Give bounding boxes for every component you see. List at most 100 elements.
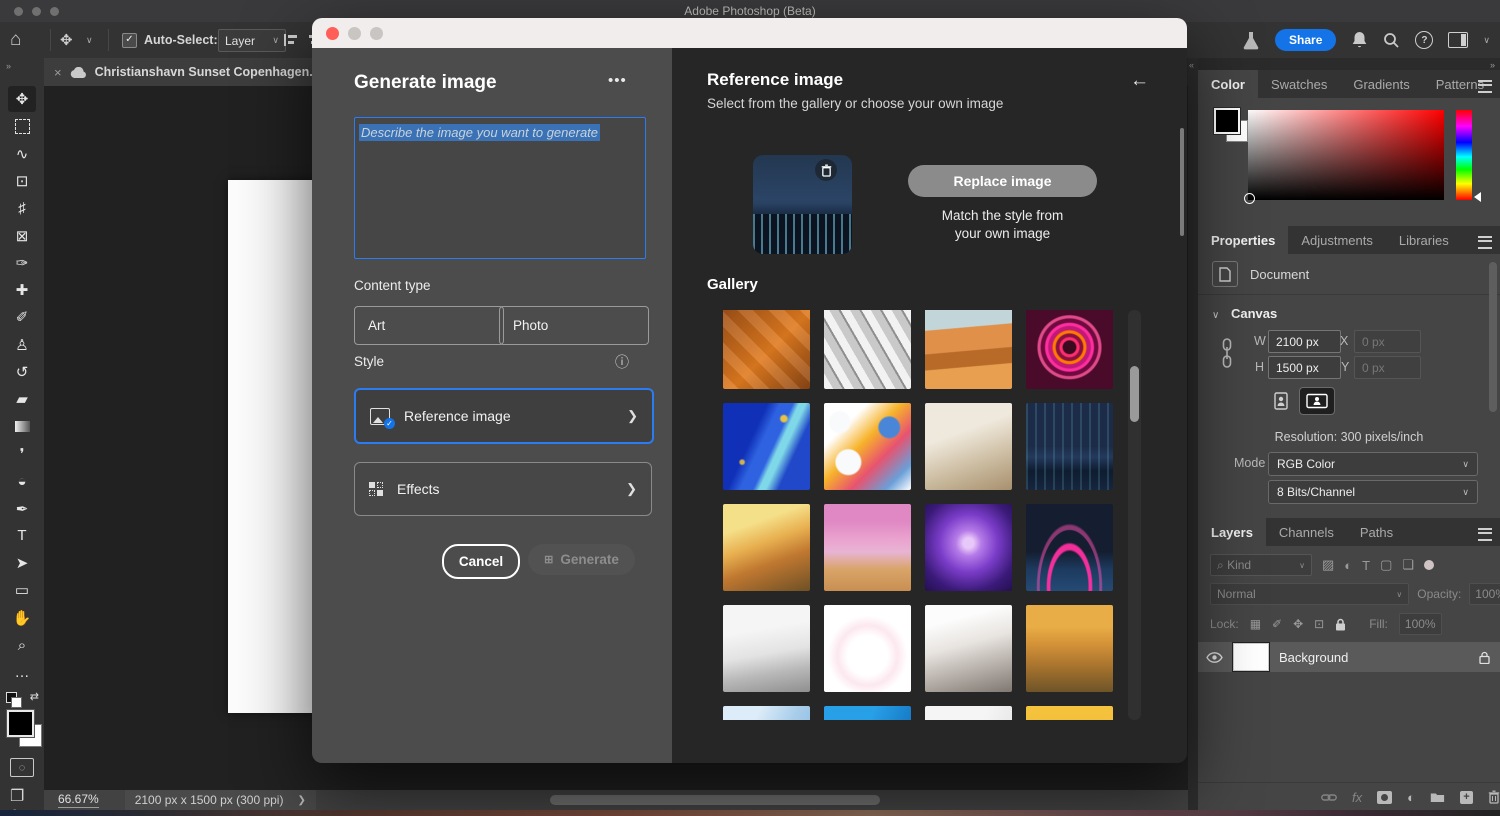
pen-tool-icon[interactable]: ✒ [0, 496, 44, 522]
lock-artboard-icon[interactable]: ⊡ [1314, 617, 1324, 631]
swap-colors-icon[interactable]: ⇄ [30, 690, 39, 703]
screen-mode-button[interactable]: ❐ [10, 786, 24, 806]
height-field[interactable]: 1500 px [1268, 356, 1341, 379]
saturation-brightness-field[interactable] [1248, 110, 1444, 200]
lock-pixels-icon[interactable]: ✐ [1272, 617, 1282, 631]
pane-scrollbar[interactable] [1180, 128, 1184, 236]
tab-gradients[interactable]: Gradients [1340, 70, 1422, 98]
link-dimensions-icon[interactable] [1220, 338, 1234, 368]
color-mode-dropdown[interactable]: RGB Color ∨ [1268, 452, 1478, 476]
filter-smart-objects-icon[interactable]: ❏ [1402, 557, 1414, 573]
gallery-item-cosmic-meditation[interactable] [925, 504, 1012, 591]
dialog-close-button[interactable] [326, 27, 339, 40]
width-field[interactable]: 2100 px [1268, 330, 1341, 353]
gradient-tool-icon[interactable] [0, 414, 44, 440]
gallery-item-blue-gradient[interactable] [824, 706, 911, 720]
shape-tool-icon[interactable]: ▭ [0, 577, 44, 603]
collapse-panels-icon[interactable]: » [1490, 60, 1494, 70]
filter-shape-layers-icon[interactable]: ▢ [1380, 557, 1392, 573]
gallery-item-windmill-painting[interactable] [723, 504, 810, 591]
selected-reference-thumbnail[interactable] [753, 155, 852, 254]
gallery-item-blue-watercolor[interactable] [723, 706, 810, 720]
tab-layers[interactable]: Layers [1198, 518, 1266, 546]
lock-position-icon[interactable]: ✥ [1293, 617, 1303, 631]
color-cursor[interactable] [1244, 193, 1255, 204]
link-layers-icon[interactable] [1321, 793, 1337, 802]
tab-paths[interactable]: Paths [1347, 518, 1406, 546]
panel-menu-icon[interactable] [1478, 80, 1492, 93]
beta-flask-icon[interactable] [1242, 31, 1260, 50]
x-field[interactable]: 0 px [1354, 330, 1421, 353]
chevron-down-icon[interactable]: ∨ [86, 22, 93, 58]
chevron-right-icon[interactable]: ❯ [297, 795, 305, 806]
generate-button[interactable]: ⊞ Generate [528, 544, 635, 575]
gallery-item-laughing-woman-sketch[interactable] [925, 605, 1012, 692]
share-button[interactable]: Share [1275, 29, 1336, 51]
cancel-button[interactable]: Cancel [442, 544, 520, 579]
eraser-tool-icon[interactable]: ▰ [0, 386, 44, 412]
content-type-photo-button[interactable]: Photo [499, 306, 649, 345]
zoom-tool-icon[interactable]: ⌕ [0, 632, 44, 658]
search-icon[interactable] [1383, 32, 1400, 49]
tab-libraries[interactable]: Libraries [1386, 226, 1462, 254]
notifications-bell-icon[interactable] [1351, 31, 1368, 49]
landscape-orientation-button[interactable] [1300, 388, 1334, 414]
layer-thumbnail[interactable] [1233, 643, 1269, 671]
content-type-art-button[interactable]: Art [354, 306, 504, 345]
gallery-item-white-triangle-pattern[interactable] [824, 310, 911, 389]
layer-row-background[interactable]: Background [1198, 642, 1500, 672]
bit-depth-dropdown[interactable]: 8 Bits/Channel ∨ [1268, 480, 1478, 504]
gallery-item-cartoon-unicorn[interactable] [824, 605, 911, 692]
lasso-tool-icon[interactable]: ∿ [0, 141, 44, 167]
history-brush-tool-icon[interactable]: ↺ [0, 359, 44, 385]
add-layer-mask-icon[interactable] [1377, 791, 1392, 804]
y-field[interactable]: 0 px [1354, 356, 1421, 379]
effects-card[interactable]: Effects ❯ [354, 462, 652, 516]
tab-adjustments[interactable]: Adjustments [1288, 226, 1386, 254]
align-left-icon[interactable] [284, 34, 297, 46]
brush-tool-icon[interactable]: ✐ [0, 304, 44, 330]
tab-swatches[interactable]: Swatches [1258, 70, 1340, 98]
move-tool-preset-icon[interactable]: ✥ [60, 22, 73, 58]
edit-toolbar-icon[interactable]: … [0, 659, 44, 685]
blur-tool-icon[interactable]: ❜ [0, 441, 44, 467]
gallery-item-cream-low-poly[interactable] [925, 403, 1012, 490]
tab-channels[interactable]: Channels [1266, 518, 1347, 546]
new-adjustment-layer-icon[interactable]: ◐ [1407, 790, 1415, 805]
dodge-tool-icon[interactable]: ◒ [0, 468, 44, 494]
gallery-item-night-city-skyline[interactable] [1026, 403, 1113, 490]
filter-type-layers-icon[interactable]: T [1362, 558, 1370, 573]
document-tab[interactable]: × Christianshavn Sunset Copenhagen.p [44, 58, 336, 86]
marquee-tool-icon[interactable] [0, 113, 44, 139]
panel-menu-icon[interactable] [1478, 528, 1492, 541]
help-icon[interactable]: ? [1415, 31, 1433, 49]
healing-brush-tool-icon[interactable]: ✚ [0, 277, 44, 303]
layer-style-fx-icon[interactable]: fx [1352, 790, 1362, 805]
layer-locked-icon[interactable] [1479, 651, 1490, 664]
portrait-orientation-button[interactable] [1268, 388, 1294, 414]
path-selection-tool-icon[interactable]: ➤ [0, 550, 44, 576]
hue-slider[interactable] [1456, 110, 1472, 200]
crop-tool-icon[interactable]: ♯ [0, 195, 44, 221]
dialog-minimize-button[interactable] [348, 27, 361, 40]
eyedropper-tool-icon[interactable]: ✑ [0, 250, 44, 276]
horizontal-scrollbar[interactable] [550, 795, 880, 805]
more-options-icon[interactable]: ••• [608, 72, 627, 89]
properties-scrollbar[interactable] [1489, 262, 1497, 412]
zoom-level-field[interactable]: 66.67% [58, 792, 99, 808]
lock-all-icon[interactable] [1335, 618, 1346, 631]
move-tool-icon[interactable]: ✥ [8, 86, 36, 112]
filter-kind-dropdown[interactable]: ⌕ Kind ∨ [1210, 554, 1312, 576]
gallery-scrollbar-thumb[interactable] [1130, 366, 1139, 422]
object-selection-tool-icon[interactable]: ⊡ [0, 168, 44, 194]
clone-stamp-tool-icon[interactable]: ♙ [0, 332, 44, 358]
gallery-item-neon-arch-tunnel[interactable] [1026, 504, 1113, 591]
hand-tool-icon[interactable]: ✋ [0, 605, 44, 631]
type-tool-icon[interactable]: T [0, 523, 44, 549]
canvas-section-header[interactable]: ∨ Canvas [1212, 306, 1277, 321]
new-layer-icon[interactable]: + [1460, 791, 1473, 804]
gallery-item-watercolor-daisies[interactable] [824, 403, 911, 490]
foreground-color-swatch[interactable] [1214, 108, 1240, 134]
new-group-folder-icon[interactable] [1430, 791, 1445, 803]
gallery-item-yellow-sun-abstract[interactable] [1026, 706, 1113, 720]
